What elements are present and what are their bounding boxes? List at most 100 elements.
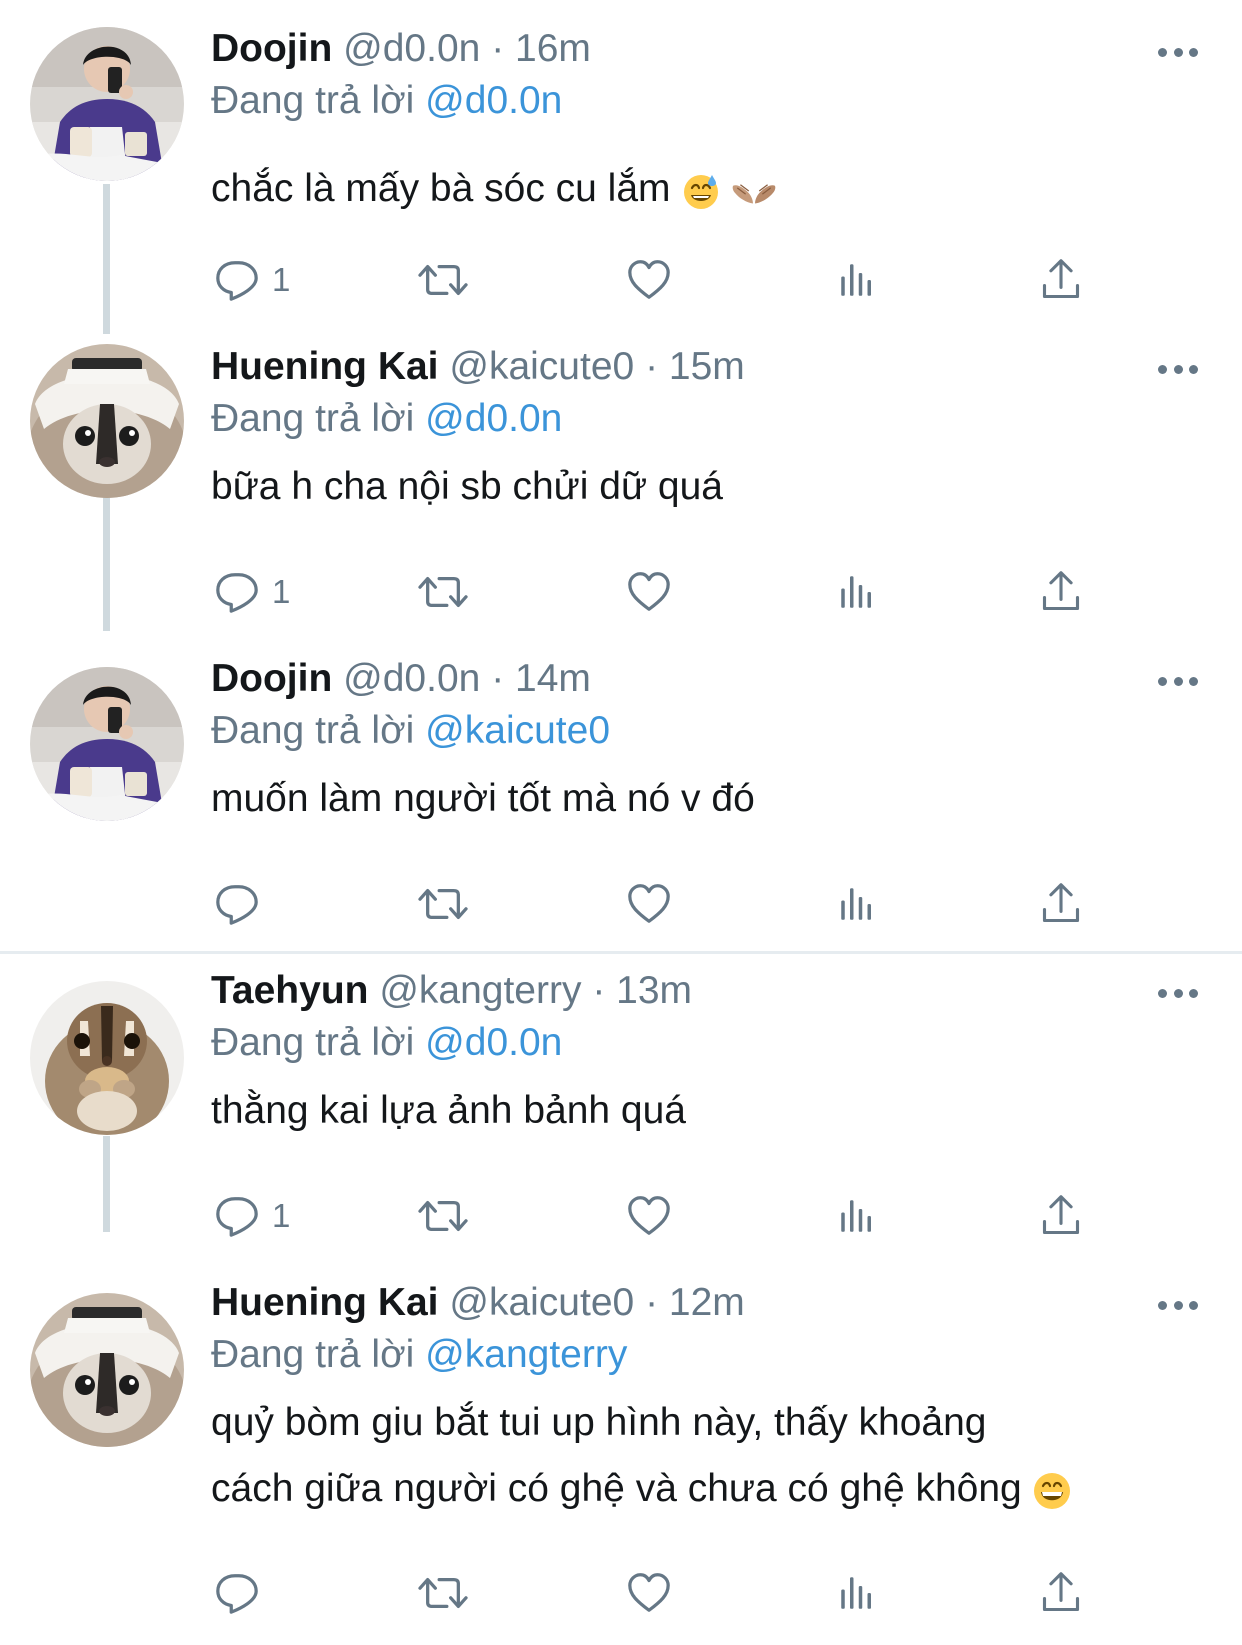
analytics-button[interactable] <box>836 1563 878 1623</box>
timestamp[interactable]: 14m <box>515 657 591 700</box>
analytics-button[interactable] <box>836 1186 878 1246</box>
tweet-text-line: quỷ bòm giu bắt tui up hình này, thấy kh… <box>211 1401 987 1444</box>
reply-prefix: Đang trả lời <box>211 709 415 752</box>
tweet-text-line: cách giữa người có ghệ và chưa có ghệ kh… <box>211 1467 1022 1510</box>
share-icon <box>1039 1571 1083 1615</box>
retweet-icon <box>416 881 470 927</box>
analytics-icon <box>836 259 878 301</box>
avatar[interactable] <box>30 981 184 1135</box>
tweet[interactable]: Huening Kai @kaicute0 · 15m Đang trả lời… <box>0 330 1242 643</box>
timestamp[interactable]: 12m <box>669 1281 745 1324</box>
heart-icon <box>626 569 672 615</box>
heart-icon <box>626 1193 672 1239</box>
more-icon[interactable] <box>1158 666 1198 696</box>
like-button[interactable] <box>626 1563 672 1623</box>
reply-mention[interactable]: @d0.0n <box>425 397 562 440</box>
reply-prefix: Đang trả lời <box>211 79 415 122</box>
timestamp[interactable]: 13m <box>616 969 692 1012</box>
tweet-header: Taehyun @kangterry · 13m <box>211 964 692 1018</box>
analytics-button[interactable] <box>836 562 878 622</box>
reply-mention[interactable]: @d0.0n <box>425 1021 562 1064</box>
more-icon[interactable] <box>1158 37 1198 67</box>
avatar[interactable] <box>30 27 184 181</box>
palms-up-emoji <box>731 175 777 207</box>
share-icon <box>1039 882 1083 926</box>
reply-mention[interactable]: @d0.0n <box>425 79 562 122</box>
retweet-button[interactable] <box>416 874 470 934</box>
retweet-button[interactable] <box>416 1563 470 1623</box>
handle[interactable]: @d0.0n <box>343 27 480 70</box>
share-button[interactable] <box>1039 1186 1083 1246</box>
avatar[interactable] <box>30 344 184 498</box>
handle[interactable]: @kangterry <box>379 969 581 1012</box>
heart-icon <box>626 257 672 303</box>
reply-context: Đang trả lời @d0.0n <box>211 1016 562 1070</box>
like-button[interactable] <box>626 874 672 934</box>
reply-mention[interactable]: @kaicute0 <box>425 709 610 752</box>
heart-icon <box>626 881 672 927</box>
retweet-button[interactable] <box>416 1186 470 1246</box>
share-button[interactable] <box>1039 250 1083 310</box>
tweet[interactable]: Huening Kai @kaicute0 · 12m Đang trả lời… <box>0 1265 1242 1645</box>
retweet-icon <box>416 1570 470 1616</box>
reply-prefix: Đang trả lời <box>211 397 415 440</box>
tweet-header: Doojin @d0.0n · 14m <box>211 652 591 706</box>
like-button[interactable] <box>626 1186 672 1246</box>
analytics-button[interactable] <box>836 250 878 310</box>
share-button[interactable] <box>1039 562 1083 622</box>
display-name[interactable]: Doojin <box>211 657 332 700</box>
timestamp[interactable]: 15m <box>669 345 745 388</box>
reply-button[interactable]: 1 <box>214 1186 290 1246</box>
action-bar <box>0 874 1242 934</box>
more-icon[interactable] <box>1158 354 1198 384</box>
tweet-header: Huening Kai @kaicute0 · 15m <box>211 340 745 394</box>
tweet[interactable]: Taehyun @kangterry · 13m Đang trả lời @d… <box>0 955 1242 1255</box>
tweet[interactable]: Doojin @d0.0n · 16m Đang trả lời @d0.0n … <box>0 0 1242 330</box>
avatar[interactable] <box>30 667 184 821</box>
like-button[interactable] <box>626 562 672 622</box>
tweet-text: chắc là mấy bà sóc cu lắm <box>211 156 1171 222</box>
action-bar: 1 <box>0 562 1242 622</box>
reply-icon <box>214 881 260 927</box>
reply-button[interactable]: 1 <box>214 562 290 622</box>
more-icon[interactable] <box>1158 978 1198 1008</box>
tweet[interactable]: Doojin @d0.0n · 14m Đang trả lời @kaicut… <box>0 643 1242 951</box>
analytics-button[interactable] <box>836 874 878 934</box>
reply-icon <box>214 569 260 615</box>
handle[interactable]: @kaicute0 <box>449 345 634 388</box>
share-button[interactable] <box>1039 1563 1083 1623</box>
reply-button[interactable] <box>214 1563 272 1623</box>
reply-icon <box>214 257 260 303</box>
tweet-text-line: chắc là mấy bà sóc cu lắm <box>211 167 671 210</box>
handle[interactable]: @kaicute0 <box>449 1281 634 1324</box>
tweet-text-line: thằng kai lựa ảnh bảnh quá <box>211 1089 686 1132</box>
handle[interactable]: @d0.0n <box>343 657 480 700</box>
retweet-icon <box>416 1193 470 1239</box>
retweet-button[interactable] <box>416 250 470 310</box>
share-button[interactable] <box>1039 874 1083 934</box>
avatar[interactable] <box>30 1293 184 1447</box>
share-icon <box>1039 1194 1083 1238</box>
retweet-icon <box>416 569 470 615</box>
display-name[interactable]: Huening Kai <box>211 345 439 388</box>
tweet-header: Doojin @d0.0n · 16m <box>211 22 591 76</box>
display-name[interactable]: Huening Kai <box>211 1281 439 1324</box>
separator: · <box>645 1281 659 1324</box>
display-name[interactable]: Doojin <box>211 27 332 70</box>
reply-button[interactable]: 1 <box>214 250 290 310</box>
retweet-button[interactable] <box>416 562 470 622</box>
more-icon[interactable] <box>1158 1290 1198 1320</box>
reply-context: Đang trả lời @d0.0n <box>211 74 562 128</box>
analytics-icon <box>836 883 878 925</box>
reply-button[interactable] <box>214 874 272 934</box>
display-name[interactable]: Taehyun <box>211 969 368 1012</box>
separator: · <box>592 969 606 1012</box>
tweet-text-line: muốn làm người tốt mà nó v đó <box>211 777 755 820</box>
reply-mention[interactable]: @kangterry <box>425 1333 627 1376</box>
separator: · <box>491 657 505 700</box>
timestamp[interactable]: 16m <box>515 27 591 70</box>
reply-context: Đang trả lời @d0.0n <box>211 392 562 446</box>
like-button[interactable] <box>626 250 672 310</box>
sweat-smile-emoji <box>681 171 721 211</box>
share-icon <box>1039 570 1083 614</box>
